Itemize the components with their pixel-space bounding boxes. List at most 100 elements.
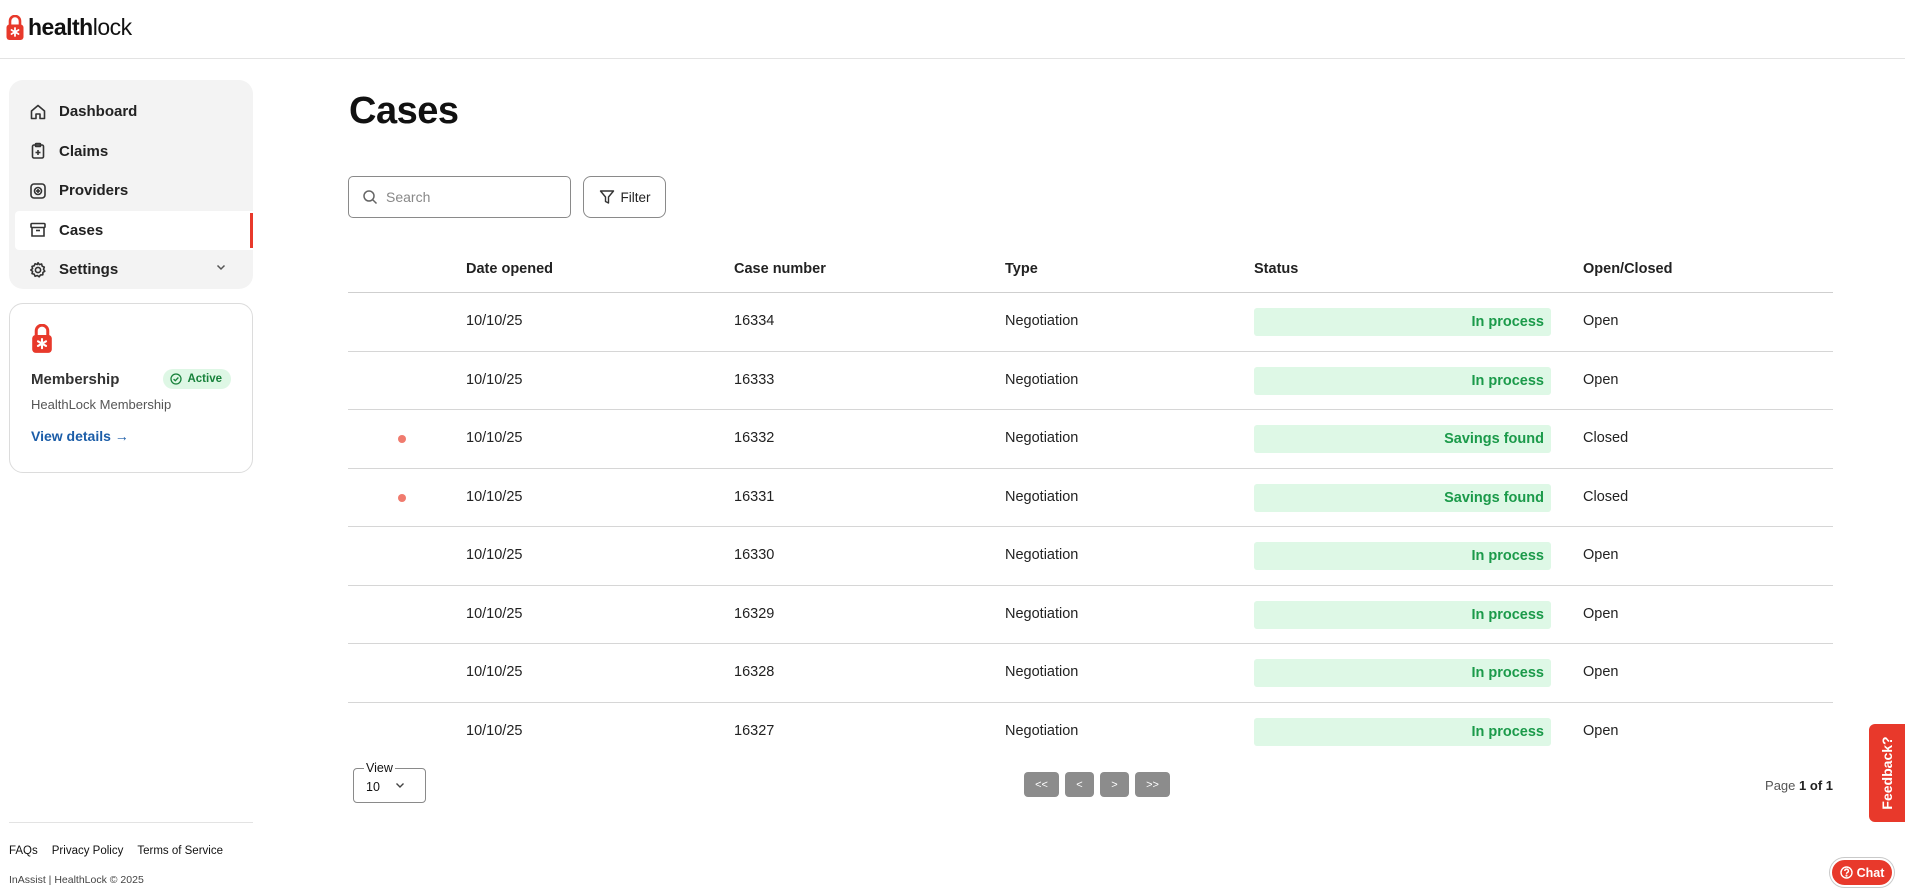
- view-label: View: [364, 761, 395, 775]
- cases-table: Date opened Case number Type Status Open…: [348, 250, 1833, 761]
- open-closed-cell: Open: [1583, 313, 1619, 329]
- help-circle-icon: [1839, 866, 1853, 879]
- terms-of-service-link[interactable]: Terms of Service: [137, 845, 223, 857]
- sidebar-item-providers[interactable]: Providers: [15, 171, 247, 211]
- status-badge: In process: [1254, 308, 1551, 336]
- sidebar-item-label: Claims: [59, 142, 109, 160]
- open-closed-cell: Open: [1583, 605, 1619, 622]
- type-cell: Negotiation: [1005, 547, 1079, 563]
- table-row[interactable]: 10/10/25 16330 Negotiation In process Open: [348, 527, 1833, 586]
- table-row[interactable]: 10/10/25 16332 Negotiation Savings found Clo…: [348, 410, 1833, 469]
- case-number-cell: 16331: [734, 488, 775, 505]
- open-closed-cell: Closed: [1583, 488, 1629, 505]
- chat-button[interactable]: Chat: [1830, 858, 1894, 887]
- search-box[interactable]: [348, 176, 571, 218]
- table-row[interactable]: 10/10/25 16331 Negotiation Savings found Clo…: [348, 469, 1833, 527]
- next-page-button[interactable]: >: [1100, 772, 1129, 797]
- date-cell: 10/10/25: [466, 722, 523, 739]
- filter-icon: [599, 190, 614, 204]
- sidebar-item-label: Cases: [59, 221, 104, 239]
- sidebar-nav: Dashboard Claims Providers Cases Setting…: [9, 80, 253, 289]
- type-cell: Negotiation: [1005, 664, 1079, 680]
- table-row[interactable]: 10/10/25 16334 Negotiation In process Open: [348, 293, 1833, 352]
- lock-logo-icon: [32, 323, 52, 353]
- date-cell: 10/10/25: [466, 313, 523, 329]
- check-circle-icon: [170, 373, 183, 385]
- view-details-link[interactable]: View details →: [31, 428, 129, 444]
- status-badge: Active: [163, 369, 231, 389]
- type-cell: Negotiation: [1005, 313, 1079, 329]
- date-cell: 10/10/25: [466, 605, 523, 622]
- previous-page-button[interactable]: <: [1065, 772, 1094, 797]
- unread-indicator: [398, 435, 406, 443]
- search-input[interactable]: [386, 189, 556, 205]
- sidebar-item-settings[interactable]: Settings: [15, 250, 247, 290]
- feedback-tab[interactable]: Feedback?: [1869, 724, 1905, 822]
- status-badge: In process: [1254, 659, 1551, 687]
- open-closed-cell: Open: [1583, 722, 1619, 739]
- gear-icon: [29, 261, 47, 279]
- table-row[interactable]: 10/10/25 16329 Negotiation In process Open: [348, 586, 1833, 644]
- table-row[interactable]: 10/10/25 16327 Negotiation In process Open: [348, 703, 1833, 762]
- chevron-down-icon: [216, 264, 226, 271]
- chevron-down-icon: [396, 783, 404, 788]
- table-row[interactable]: 10/10/25 16333 Negotiation In process Open: [348, 352, 1833, 410]
- date-cell: 10/10/25: [466, 488, 523, 505]
- type-cell: Negotiation: [1005, 488, 1079, 505]
- date-cell: 10/10/25: [466, 371, 523, 388]
- faqs-link[interactable]: FAQs: [9, 845, 38, 857]
- column-header-type[interactable]: Type: [1005, 261, 1038, 277]
- home-icon: [29, 103, 47, 121]
- provider-icon: [29, 182, 47, 200]
- type-cell: Negotiation: [1005, 430, 1079, 446]
- privacy-policy-link[interactable]: Privacy Policy: [52, 845, 124, 857]
- case-number-cell: 16329: [734, 605, 775, 622]
- type-cell: Negotiation: [1005, 605, 1079, 622]
- first-page-button[interactable]: <<: [1024, 772, 1059, 797]
- case-number-cell: 16327: [734, 722, 775, 739]
- column-header-date[interactable]: Date opened: [466, 261, 553, 277]
- pagination-controls: << < > >>: [1024, 772, 1170, 797]
- lock-logo-icon: [6, 14, 24, 40]
- column-header-case[interactable]: Case number: [734, 261, 826, 277]
- healthlock-logo[interactable]: healthlock: [6, 14, 132, 41]
- case-number-cell: 16334: [734, 313, 775, 329]
- membership-title: Membership: [31, 370, 120, 388]
- view-count-select[interactable]: View 10: [353, 761, 426, 803]
- case-number-cell: 16332: [734, 430, 775, 446]
- status-badge: Savings found: [1254, 483, 1551, 512]
- type-cell: Negotiation: [1005, 371, 1079, 388]
- table-body: 10/10/25 16334 Negotiation In process Open 10…: [348, 293, 1833, 761]
- top-header: healthlock: [0, 0, 1905, 59]
- status-badge: In process: [1254, 542, 1551, 570]
- open-closed-cell: Open: [1583, 371, 1619, 388]
- archive-icon: [29, 221, 47, 239]
- table-header: Date opened Case number Type Status Open…: [348, 250, 1833, 293]
- sidebar-item-claims[interactable]: Claims: [15, 132, 247, 172]
- table-row[interactable]: 10/10/25 16328 Negotiation In process Open: [348, 644, 1833, 703]
- open-closed-cell: Open: [1583, 547, 1619, 563]
- status-badge: In process: [1254, 717, 1551, 746]
- footer-divider: [9, 822, 253, 823]
- footer-links: FAQs Privacy Policy Terms of Service: [9, 845, 223, 857]
- case-number-cell: 16333: [734, 371, 775, 388]
- arrow-right-icon: →: [114, 428, 129, 444]
- case-number-cell: 16328: [734, 664, 775, 680]
- clipboard-icon: [29, 142, 47, 160]
- status-badge: In process: [1254, 600, 1551, 629]
- page-indicator: Page 1 of 1: [1765, 778, 1833, 793]
- sidebar-item-cases[interactable]: Cases: [15, 210, 253, 250]
- sidebar-item-dashboard[interactable]: Dashboard: [15, 92, 247, 132]
- membership-card: Membership Active HealthLock Membership …: [9, 303, 253, 473]
- status-badge: In process: [1254, 366, 1551, 395]
- column-header-status[interactable]: Status: [1254, 261, 1298, 277]
- filter-button[interactable]: Filter: [583, 176, 666, 218]
- page-title: Cases: [349, 90, 459, 132]
- case-number-cell: 16330: [734, 547, 775, 563]
- date-cell: 10/10/25: [466, 430, 523, 446]
- sidebar-item-label: Dashboard: [59, 103, 138, 121]
- column-header-open-closed[interactable]: Open/Closed: [1583, 261, 1672, 277]
- sidebar-item-label: Settings: [59, 261, 119, 279]
- last-page-button[interactable]: >>: [1135, 772, 1170, 797]
- date-cell: 10/10/25: [466, 547, 523, 563]
